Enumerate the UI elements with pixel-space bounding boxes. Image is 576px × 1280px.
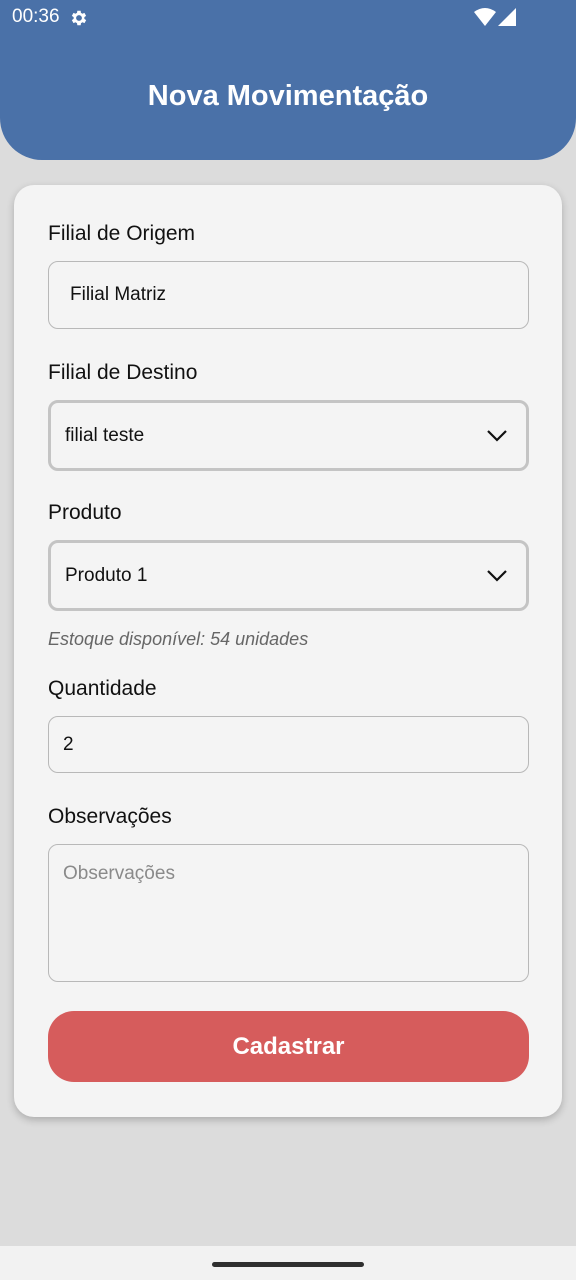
app-header: 00:36 Nova Movimentação bbox=[0, 0, 576, 160]
origin-label: Filial de Origem bbox=[48, 222, 196, 245]
product-select[interactable]: Produto 1 bbox=[48, 540, 529, 611]
submit-button[interactable]: Cadastrar bbox=[48, 1011, 529, 1082]
quantity-value: 2 bbox=[63, 733, 74, 755]
quantity-label: Quantidade bbox=[48, 677, 157, 700]
signal-icon bbox=[498, 8, 516, 26]
stock-hint: Estoque disponível: 54 unidades bbox=[48, 629, 309, 649]
navigation-bar bbox=[0, 1246, 576, 1280]
destination-value: filial teste bbox=[65, 424, 145, 446]
page-title: Nova Movimentação bbox=[147, 80, 429, 112]
home-handle[interactable] bbox=[212, 1262, 364, 1267]
chevron-down-icon bbox=[487, 429, 507, 442]
product-value: Produto 1 bbox=[65, 564, 148, 586]
destination-label: Filial de Destino bbox=[48, 361, 198, 384]
status-time: 00:36 bbox=[12, 6, 60, 27]
quantity-input[interactable]: 2 bbox=[48, 716, 529, 773]
submit-label: Cadastrar bbox=[232, 1032, 345, 1060]
notes-label: Observações bbox=[48, 805, 172, 828]
notes-placeholder: Observações bbox=[63, 863, 175, 884]
origin-value: Filial Matriz bbox=[70, 284, 167, 305]
destination-select[interactable]: filial teste bbox=[48, 400, 529, 471]
chevron-down-icon bbox=[487, 569, 507, 582]
status-bar: 00:36 bbox=[0, 0, 576, 36]
origin-field[interactable]: Filial Matriz bbox=[48, 261, 529, 329]
wifi-icon bbox=[474, 8, 496, 26]
gear-icon bbox=[71, 10, 87, 26]
product-label: Produto bbox=[48, 501, 122, 524]
notes-textarea[interactable]: Observações bbox=[48, 844, 529, 982]
